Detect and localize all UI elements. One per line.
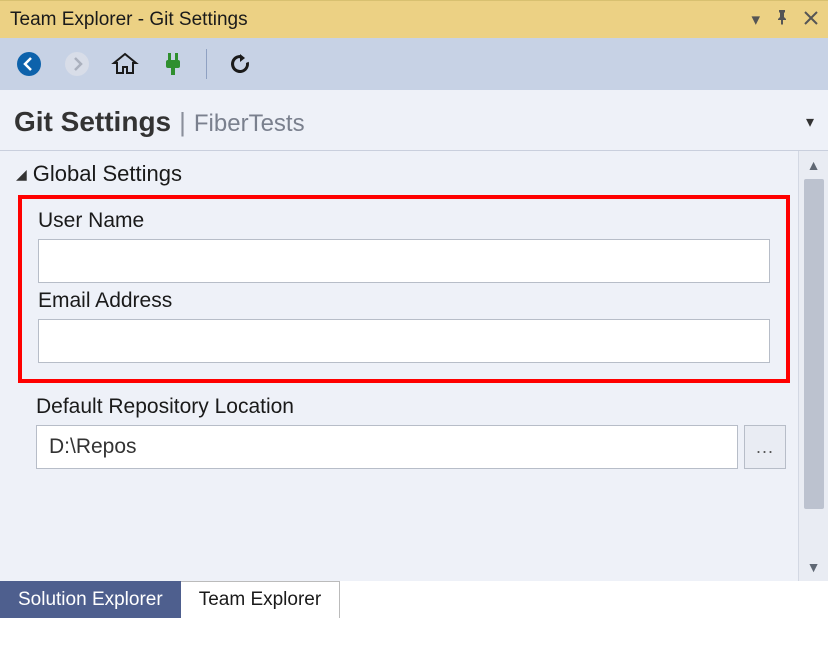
toolbar-divider	[206, 49, 207, 79]
scroll-up-icon[interactable]: ▲	[799, 151, 828, 179]
email-input[interactable]	[38, 319, 770, 363]
content-area: ◢ Global Settings User Name Email Addres…	[0, 151, 828, 581]
plug-icon[interactable]	[158, 49, 188, 79]
bottom-tabs: Solution Explorer Team Explorer	[0, 581, 828, 618]
scroll-thumb[interactable]	[804, 179, 824, 509]
browse-button[interactable]: ...	[744, 425, 786, 469]
email-label: Email Address	[38, 289, 770, 313]
forward-button	[62, 49, 92, 79]
repo-location-field: Default Repository Location ...	[36, 395, 786, 469]
scroll-down-icon[interactable]: ▼	[799, 553, 828, 581]
vertical-scrollbar[interactable]: ▲ ▼	[798, 151, 828, 581]
window-dropdown-icon[interactable]: ▾	[751, 10, 760, 30]
tab-team-explorer[interactable]: Team Explorer	[181, 581, 341, 618]
refresh-button[interactable]	[225, 49, 255, 79]
section-title: Global Settings	[33, 161, 182, 187]
repo-location-input[interactable]	[36, 425, 738, 469]
header-dropdown-icon[interactable]: ▾	[806, 112, 814, 132]
breadcrumb-separator: |	[179, 107, 186, 138]
username-input[interactable]	[38, 239, 770, 283]
repo-location-label: Default Repository Location	[36, 395, 786, 419]
project-name: FiberTests	[194, 110, 305, 138]
home-button[interactable]	[110, 49, 140, 79]
page-title: Git Settings	[14, 106, 171, 138]
pin-icon[interactable]	[774, 9, 790, 30]
page-header: Git Settings | FiberTests ▾	[0, 90, 828, 151]
section-global-settings[interactable]: ◢ Global Settings	[16, 161, 798, 187]
tab-solution-explorer[interactable]: Solution Explorer	[0, 581, 181, 618]
back-button[interactable]	[14, 49, 44, 79]
toolbar	[0, 38, 828, 90]
title-bar: Team Explorer - Git Settings ▾	[0, 0, 828, 38]
collapse-icon: ◢	[16, 166, 27, 183]
highlighted-fields: User Name Email Address	[18, 195, 790, 383]
content-main: ◢ Global Settings User Name Email Addres…	[0, 151, 798, 581]
username-label: User Name	[38, 209, 770, 233]
breadcrumb: Git Settings | FiberTests	[14, 106, 305, 138]
window-title: Team Explorer - Git Settings	[10, 9, 248, 31]
window-controls: ▾	[751, 9, 818, 30]
close-icon[interactable]	[804, 10, 818, 30]
